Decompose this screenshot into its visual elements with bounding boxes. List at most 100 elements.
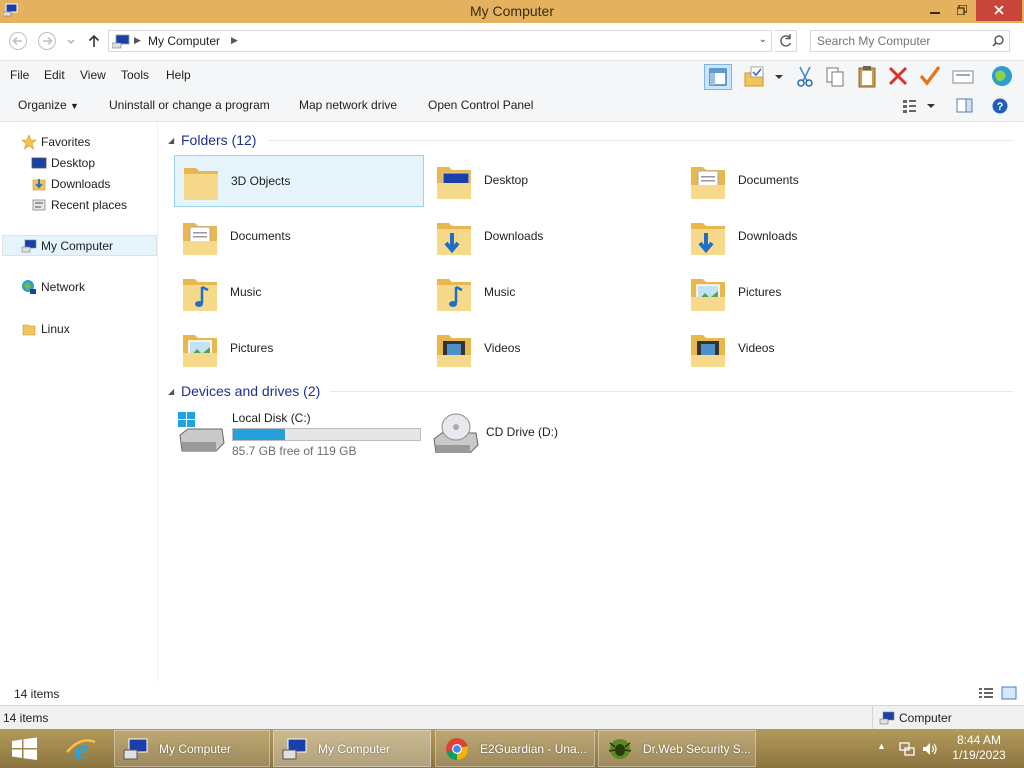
menu-tools[interactable]: Tools bbox=[121, 68, 149, 82]
recent-locations-button[interactable] bbox=[64, 31, 78, 51]
large-icons-view-button[interactable] bbox=[1000, 686, 1018, 700]
folder-options-button[interactable] bbox=[742, 64, 788, 90]
breadcrumb[interactable]: My Computer bbox=[148, 34, 220, 48]
recent-places-icon bbox=[32, 199, 46, 211]
search-box[interactable] bbox=[810, 30, 1010, 52]
start-button[interactable] bbox=[10, 737, 40, 761]
search-input[interactable] bbox=[817, 33, 987, 49]
forward-arrow-icon bbox=[38, 32, 56, 50]
network-status-icon[interactable] bbox=[899, 741, 915, 757]
folder-tile-videos[interactable]: Videos bbox=[682, 323, 932, 375]
taskbar-item-my-computer-active[interactable]: My Computer bbox=[273, 730, 431, 767]
details-view-icon bbox=[979, 688, 993, 698]
folder-label: Desktop bbox=[484, 173, 529, 187]
taskbar-item-my-computer[interactable]: My Computer bbox=[114, 730, 270, 767]
taskbar: e My Computer My Computer E2Guardian - U… bbox=[0, 729, 1024, 768]
folder-label: Downloads bbox=[738, 229, 798, 243]
organize-button[interactable]: Organize ▼ bbox=[18, 98, 79, 112]
internet-explorer-button[interactable]: e bbox=[63, 732, 99, 766]
forward-button[interactable] bbox=[37, 31, 57, 51]
chrome-icon bbox=[446, 738, 468, 760]
map-network-drive-button[interactable]: Map network drive bbox=[299, 98, 397, 112]
folder-3d-icon bbox=[184, 168, 218, 200]
folder-tile-pictures[interactable]: Pictures bbox=[682, 267, 932, 319]
item-count: 14 items bbox=[14, 687, 60, 701]
volume-icon[interactable] bbox=[921, 741, 939, 757]
title-bar: My Computer bbox=[0, 0, 1024, 23]
organize-label: Organize bbox=[18, 98, 67, 112]
clock-date: 1/19/2023 bbox=[952, 748, 1006, 762]
nav-recent-places[interactable]: Recent places bbox=[31, 195, 151, 215]
nav-network[interactable]: Network bbox=[21, 277, 151, 297]
collapse-icon[interactable]: ◢ bbox=[168, 387, 174, 396]
nav-desktop[interactable]: Desktop bbox=[31, 153, 151, 173]
folder-tile-3d-objects[interactable]: 3D Objects bbox=[174, 155, 424, 207]
menu-help[interactable]: Help bbox=[166, 68, 191, 82]
taskbar-item-drweb[interactable]: Dr.Web Security S... bbox=[598, 730, 756, 767]
paste-button[interactable] bbox=[854, 64, 882, 90]
details-view-button[interactable] bbox=[978, 686, 994, 700]
folder-label: 3D Objects bbox=[231, 174, 291, 188]
taskbar-item-chrome[interactable]: E2Guardian - Una... bbox=[435, 730, 595, 767]
refresh-button[interactable] bbox=[775, 30, 797, 52]
drive-tile-d[interactable]: CD Drive (D:) bbox=[430, 405, 680, 457]
folder-tile-documents[interactable]: Documents bbox=[682, 155, 932, 207]
folder-tile-documents[interactable]: Documents bbox=[174, 211, 424, 263]
properties-button[interactable] bbox=[917, 64, 945, 90]
back-button[interactable] bbox=[8, 31, 28, 51]
address-bar[interactable]: ▶ My Computer ▶ ⌄ bbox=[108, 30, 772, 52]
checkmark-icon bbox=[919, 65, 941, 86]
hard-drive-icon bbox=[178, 412, 225, 452]
open-control-panel-button[interactable]: Open Control Panel bbox=[428, 98, 533, 112]
nav-linux[interactable]: Linux bbox=[21, 319, 151, 339]
folder-tile-music[interactable]: Music bbox=[428, 267, 678, 319]
preview-pane-button[interactable] bbox=[955, 97, 975, 115]
drives-group-header[interactable]: Devices and drives (2) bbox=[181, 383, 320, 399]
address-dropdown-icon[interactable]: ⌄ bbox=[759, 34, 767, 45]
drive-tile-c[interactable]: Local Disk (C:) 85.7 GB free of 119 GB bbox=[176, 405, 426, 458]
search-icon[interactable] bbox=[992, 35, 1004, 47]
folder-label: Music bbox=[230, 285, 262, 299]
folder-label: Documents bbox=[738, 173, 799, 187]
change-view-button[interactable] bbox=[900, 97, 940, 115]
menu-view[interactable]: View bbox=[80, 68, 106, 82]
up-button[interactable] bbox=[85, 31, 103, 51]
folder-videos-icon bbox=[691, 335, 725, 367]
nav-my-computer[interactable]: My Computer bbox=[2, 235, 157, 256]
content-pane: ◢ Folders (12) 3D Objects Desktop Docume… bbox=[158, 122, 1024, 682]
folder-tile-pictures[interactable]: Pictures bbox=[174, 323, 424, 375]
chevron-down-icon: ▼ bbox=[70, 101, 79, 111]
uninstall-program-button[interactable]: Uninstall or change a program bbox=[109, 98, 270, 112]
folder-tile-desktop[interactable]: Desktop bbox=[428, 155, 678, 207]
nav-favorites[interactable]: Favorites bbox=[21, 132, 151, 152]
group-divider bbox=[330, 391, 1013, 392]
folder-tile-downloads[interactable]: Downloads bbox=[428, 211, 678, 263]
menu-file[interactable]: File bbox=[10, 68, 29, 82]
folder-tile-downloads[interactable]: Downloads bbox=[682, 211, 932, 263]
nav-downloads[interactable]: Downloads bbox=[31, 174, 151, 194]
copy-button[interactable] bbox=[822, 64, 850, 90]
cut-button[interactable] bbox=[792, 64, 820, 90]
folders-group-header[interactable]: Folders (12) bbox=[181, 132, 256, 148]
delete-button[interactable] bbox=[885, 64, 913, 90]
collapse-icon[interactable]: ◢ bbox=[168, 136, 174, 145]
folder-tile-videos[interactable]: Videos bbox=[428, 323, 678, 375]
drive-name: Local Disk (C:) bbox=[232, 411, 311, 425]
internet-button[interactable] bbox=[989, 64, 1017, 90]
clock[interactable]: 8:44 AM 1/19/2023 bbox=[948, 733, 1010, 763]
folder-tile-music[interactable]: Music bbox=[174, 267, 424, 319]
rename-button[interactable] bbox=[950, 64, 978, 90]
folder-pictures-icon bbox=[691, 279, 725, 311]
folder-label: Documents bbox=[230, 229, 291, 243]
show-hidden-icons-icon[interactable]: ▲ bbox=[877, 741, 886, 751]
restore-button[interactable] bbox=[949, 0, 975, 21]
breadcrumb-separator-icon[interactable]: ▶ bbox=[134, 35, 141, 46]
breadcrumb-separator-icon[interactable]: ▶ bbox=[231, 35, 238, 46]
help-icon: ? bbox=[992, 98, 1008, 114]
minimize-button[interactable] bbox=[922, 0, 948, 21]
layout-pane-button[interactable] bbox=[704, 64, 732, 90]
menu-edit[interactable]: Edit bbox=[44, 68, 65, 82]
help-button[interactable]: ? bbox=[990, 96, 1010, 116]
close-button[interactable] bbox=[976, 0, 1022, 21]
group-divider bbox=[268, 140, 1013, 141]
